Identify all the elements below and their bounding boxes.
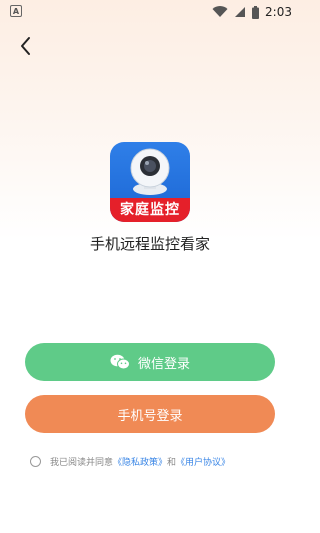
notification-icon: A bbox=[10, 5, 22, 17]
app-name: 手机远程监控看家 bbox=[89, 235, 210, 253]
wechat-login-button[interactable]: 微信登录 bbox=[25, 343, 275, 381]
status-time: 2:03 bbox=[265, 5, 292, 19]
privacy-policy-link[interactable]: 《隐私政策》 bbox=[113, 455, 167, 468]
agreement-checkbox[interactable] bbox=[30, 455, 41, 467]
agreement-row: 我已阅读并同意 《隐私政策》 和 《用户协议》 bbox=[30, 453, 230, 469]
status-icons: 2:03 bbox=[212, 3, 292, 21]
chevron-left-icon bbox=[21, 37, 30, 55]
agreement-conjunction: 和 bbox=[167, 457, 177, 468]
signal-icon bbox=[235, 7, 246, 17]
camera-icon bbox=[130, 148, 170, 195]
wechat-login-label: 微信登录 bbox=[137, 356, 190, 372]
app-icon: 家庭监控 bbox=[110, 142, 190, 222]
back-button[interactable] bbox=[14, 34, 38, 58]
battery-icon bbox=[252, 5, 260, 19]
phone-login-label: 手机号登录 bbox=[117, 408, 183, 424]
wechat-icon bbox=[110, 354, 130, 370]
app-icon-banner: 家庭监控 bbox=[110, 198, 190, 222]
phone-login-button[interactable]: 手机号登录 bbox=[25, 395, 275, 433]
wifi-icon bbox=[212, 6, 228, 18]
agreement-prefix: 我已阅读并同意 bbox=[50, 457, 114, 468]
status-bar: A 2:03 bbox=[0, 0, 300, 24]
user-agreement-link[interactable]: 《用户协议》 bbox=[176, 455, 230, 468]
